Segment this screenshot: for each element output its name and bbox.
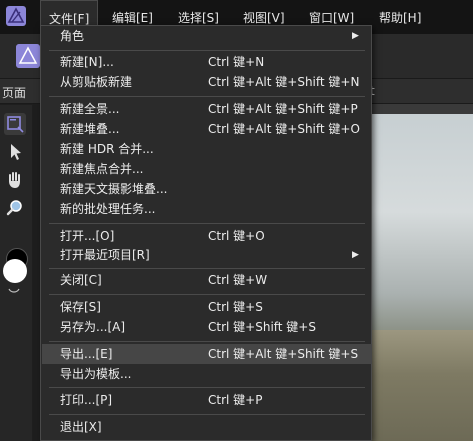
menu-item-persona[interactable]: 角色 ▶ bbox=[42, 26, 372, 46]
menu-item-open-recent[interactable]: 打开最近项目[R] ▶ bbox=[42, 245, 372, 265]
move-tool-button[interactable] bbox=[4, 141, 26, 163]
zoom-tool-button[interactable] bbox=[4, 197, 26, 219]
menu-item-label: 新建堆叠... bbox=[60, 122, 120, 136]
menu-item-export-as-template[interactable]: 导出为模板... bbox=[42, 364, 372, 384]
menu-item-new-astro-stack[interactable]: 新建天文摄影堆叠... bbox=[42, 179, 372, 199]
menu-item-label: 新建[N]... bbox=[60, 55, 114, 69]
menu-item-new-focus-merge[interactable]: 新建焦点合并... bbox=[42, 159, 372, 179]
primary-color-swatch[interactable] bbox=[3, 259, 27, 283]
file-menu-dropdown: 角色 ▶ 新建[N]... Ctrl 键+N 从剪贴板新建 Ctrl 键+Alt… bbox=[40, 25, 372, 441]
hand-icon bbox=[9, 172, 20, 188]
menu-item-save[interactable]: 保存[S] Ctrl 键+S bbox=[42, 297, 372, 317]
menu-item-label: 保存[S] bbox=[60, 300, 101, 314]
swap-colors-icon[interactable] bbox=[8, 286, 20, 294]
menu-item-label: 新建 HDR 合并... bbox=[60, 142, 154, 156]
menu-separator bbox=[49, 387, 365, 388]
menu-item-new-from-clipboard[interactable]: 从剪贴板新建 Ctrl 键+Alt 键+Shift 键+N bbox=[42, 72, 372, 92]
menu-item-shortcut: Ctrl 键+S bbox=[208, 300, 263, 314]
menu-separator bbox=[49, 341, 365, 342]
menu-item-label: 新建焦点合并... bbox=[60, 162, 144, 176]
menu-item-label: 导出为模板... bbox=[60, 367, 132, 381]
menu-item-save-as[interactable]: 另存为...[A] Ctrl 键+Shift 键+S bbox=[42, 317, 372, 337]
menu-item-print[interactable]: 打印...[P] Ctrl 键+P bbox=[42, 390, 372, 410]
menu-item-label: 新的批处理任务... bbox=[60, 202, 156, 216]
menu-item-label: 另存为...[A] bbox=[60, 320, 126, 334]
menu-separator bbox=[49, 294, 365, 295]
menu-item-label: 关闭[C] bbox=[60, 273, 102, 287]
menu-item-shortcut: Ctrl 键+Alt 键+Shift 键+P bbox=[208, 102, 358, 116]
menu-item-label: 从剪贴板新建 bbox=[60, 75, 133, 89]
menu-item-new-stack[interactable]: 新建堆叠... Ctrl 键+Alt 键+Shift 键+O bbox=[42, 119, 372, 139]
hand-tool-button[interactable] bbox=[4, 169, 26, 191]
menu-item-new-hdr-merge[interactable]: 新建 HDR 合并... bbox=[42, 139, 372, 159]
view-tool-button[interactable] bbox=[4, 113, 26, 135]
canvas-landscape-image bbox=[370, 330, 473, 441]
menu-separator bbox=[49, 414, 365, 415]
menu-item-shortcut: Ctrl 键+Alt 键+Shift 键+N bbox=[208, 75, 360, 89]
menu-item-label: 角色 bbox=[60, 29, 85, 43]
menu-item-label: 打开最近项目[R] bbox=[60, 248, 150, 262]
menu-item-new-panorama[interactable]: 新建全景... Ctrl 键+Alt 键+Shift 键+P bbox=[42, 99, 372, 119]
menu-separator bbox=[49, 50, 365, 51]
menu-item-shortcut: Ctrl 键+Alt 键+Shift 键+O bbox=[208, 122, 360, 136]
crop-select-icon bbox=[7, 116, 24, 133]
menu-item-shortcut: Ctrl 键+Shift 键+S bbox=[208, 320, 316, 334]
menu-item-label: 新建天文摄影堆叠... bbox=[60, 182, 168, 196]
submenu-arrow-icon: ▶ bbox=[352, 250, 359, 260]
menu-item-close[interactable]: 关闭[C] Ctrl 键+W bbox=[42, 270, 372, 290]
submenu-arrow-icon: ▶ bbox=[352, 31, 359, 41]
menu-item-shortcut: Ctrl 键+O bbox=[208, 229, 265, 243]
tab-page[interactable]: 页面 bbox=[2, 84, 26, 101]
canvas-ruler bbox=[370, 104, 473, 114]
magnifier-icon bbox=[6, 200, 22, 216]
menu-separator bbox=[49, 223, 365, 224]
menu-item-open[interactable]: 打开...[O] Ctrl 键+O bbox=[42, 226, 372, 246]
menu-item-new[interactable]: 新建[N]... Ctrl 键+N bbox=[42, 52, 372, 72]
menu-item-label: 退出[X] bbox=[60, 420, 102, 434]
menu-separator bbox=[49, 96, 365, 97]
menu-item-label: 新建全景... bbox=[60, 102, 120, 116]
menu-item-shortcut: Ctrl 键+P bbox=[208, 393, 263, 407]
menu-item-exit[interactable]: 退出[X] bbox=[42, 417, 372, 437]
cursor-arrow-icon bbox=[11, 144, 21, 160]
menu-item-new-batch-job[interactable]: 新的批处理任务... bbox=[42, 199, 372, 219]
affinity-photo-logo-icon[interactable] bbox=[6, 6, 26, 26]
menu-item-label: 打开...[O] bbox=[60, 229, 115, 243]
menu-item-shortcut: Ctrl 键+W bbox=[208, 273, 268, 287]
menu-item-label: 打印...[P] bbox=[60, 393, 113, 407]
menu-separator bbox=[49, 268, 365, 269]
menu-item-label: 导出...[E] bbox=[60, 347, 113, 361]
menu-item-shortcut: Ctrl 键+N bbox=[208, 55, 265, 69]
menu-item-shortcut: Ctrl 键+Alt 键+Shift 键+S bbox=[208, 347, 359, 361]
menu-help[interactable]: 帮助[H] bbox=[371, 0, 429, 34]
photo-persona-icon[interactable] bbox=[16, 44, 40, 68]
menu-item-export[interactable]: 导出...[E] Ctrl 键+Alt 键+Shift 键+S bbox=[42, 344, 372, 364]
